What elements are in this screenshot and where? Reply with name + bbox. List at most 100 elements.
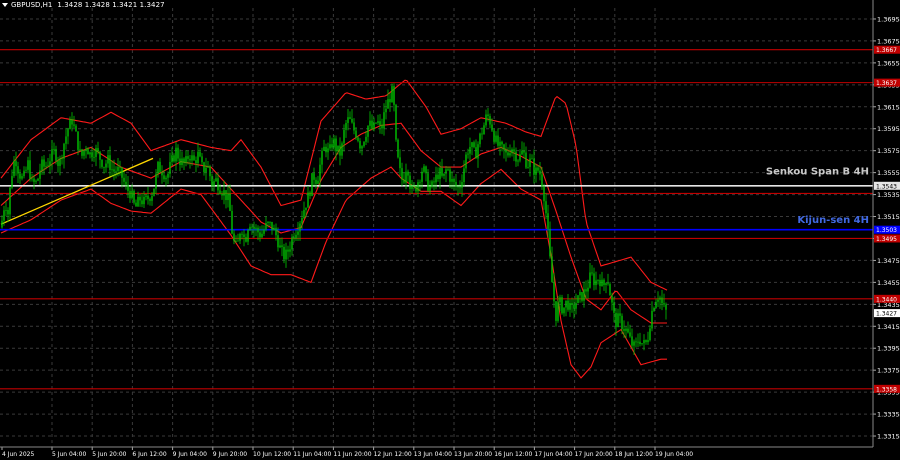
- price-tag-label: 1.3543: [876, 183, 897, 190]
- candle-body: [165, 177, 167, 180]
- candle-body: [371, 120, 373, 129]
- candle-body: [25, 169, 27, 171]
- candle-body: [269, 221, 271, 223]
- candle-body: [659, 297, 661, 300]
- candle-body: [409, 175, 411, 189]
- candle-body: [379, 121, 381, 126]
- chart-title-bar[interactable]: GBPUSD,H1 1.3428 1.3428 1.3421 1.3427: [2, 1, 165, 9]
- candle-body: [467, 153, 469, 155]
- x-tick-label: 17 Jun 20:00: [575, 451, 613, 458]
- candle-body: [297, 231, 299, 235]
- candle-body: [273, 227, 275, 231]
- candle-body: [79, 149, 81, 151]
- x-tick-label: 6 Jun 12:00: [132, 451, 166, 458]
- candle-body: [357, 137, 359, 141]
- candle-body: [211, 176, 213, 187]
- price-chart[interactable]: Senkou Span B 4H Kijun-sen 4H 1.3695 1.367…: [0, 0, 900, 460]
- candle-body: [383, 112, 385, 129]
- candle-body: [197, 151, 199, 164]
- candle-body: [631, 336, 633, 346]
- candle-body: [523, 150, 525, 153]
- candle-body: [75, 125, 77, 132]
- candle-body: [67, 129, 69, 137]
- candle-body: [553, 282, 555, 302]
- candle-body: [441, 168, 443, 176]
- candle-body: [355, 130, 357, 138]
- x-tick-label: 13 Jun 04:00: [414, 451, 452, 458]
- candle-body: [149, 198, 151, 201]
- candle-body: [497, 135, 499, 146]
- candle-body: [137, 196, 139, 207]
- candle-body: [349, 117, 351, 119]
- ohlc-values: 1.3428 1.3428 1.3421 1.3427: [57, 1, 165, 9]
- candle-body: [565, 300, 567, 308]
- candle-body: [213, 181, 215, 187]
- candle-body: [241, 233, 243, 235]
- candle-body: [295, 234, 297, 239]
- candle-body: [345, 122, 347, 130]
- collapse-arrow-icon[interactable]: [2, 3, 8, 7]
- candle-body: [291, 237, 293, 250]
- candle-body: [559, 297, 561, 303]
- candle-body: [583, 289, 585, 301]
- candle-body: [507, 152, 509, 156]
- y-tick-label: 1.3415: [877, 323, 900, 331]
- candle-body: [595, 280, 597, 286]
- candle-body: [651, 310, 653, 329]
- candle-body: [321, 150, 323, 165]
- candle-body: [477, 144, 479, 159]
- x-tick-label: 11 Jun 20:00: [333, 451, 371, 458]
- candle-body: [419, 181, 421, 183]
- candle-body: [221, 193, 223, 196]
- x-tick-label: 5 Jun 04:00: [52, 451, 86, 458]
- y-tick-label: 1.3315: [877, 433, 900, 441]
- candle-body: [539, 170, 541, 175]
- candle-body: [649, 328, 651, 341]
- price-tag-label: 1.3495: [876, 236, 897, 243]
- price-tag-label: 1.3667: [876, 47, 897, 54]
- candle-body: [85, 148, 87, 151]
- candle-body: [381, 125, 383, 129]
- candle-body: [1, 220, 3, 228]
- candle-body: [97, 148, 99, 152]
- candle-body: [35, 180, 37, 182]
- candle-body: [493, 130, 495, 142]
- candle-body: [93, 156, 95, 158]
- candle-body: [175, 147, 177, 162]
- candle-body: [489, 116, 491, 125]
- candle-body: [95, 148, 97, 157]
- candle-body: [225, 190, 227, 201]
- candle-body: [101, 159, 103, 167]
- candle-body: [15, 160, 17, 167]
- candle-body: [607, 283, 609, 285]
- candle-body: [223, 190, 225, 196]
- candle-body: [7, 210, 9, 215]
- candle-body: [481, 133, 483, 135]
- candle-body: [451, 178, 453, 182]
- y-tick-label: 1.3375: [877, 367, 900, 375]
- candle-body: [613, 302, 615, 313]
- candle-body: [117, 167, 119, 171]
- candle-body: [57, 160, 59, 166]
- candle-body: [77, 131, 79, 150]
- candle-body: [229, 193, 231, 211]
- candle-body: [603, 279, 605, 286]
- candle-body: [325, 146, 327, 153]
- candle-body: [655, 301, 657, 309]
- candle-body: [555, 301, 557, 321]
- candle-body: [13, 160, 15, 177]
- candle-body: [267, 222, 269, 223]
- candle-body: [443, 173, 445, 176]
- candle-body: [289, 249, 291, 252]
- candle-body: [199, 151, 201, 157]
- candle-body: [505, 149, 507, 153]
- candle-body: [581, 291, 583, 301]
- candle-body: [519, 154, 521, 161]
- candle-body: [591, 272, 593, 274]
- candle-body: [399, 157, 401, 169]
- candle-body: [185, 156, 187, 163]
- candle-body: [233, 233, 235, 242]
- candle-body: [339, 145, 341, 156]
- candle-body: [413, 185, 415, 187]
- x-tick-label: 18 Jun 12:00: [615, 451, 653, 458]
